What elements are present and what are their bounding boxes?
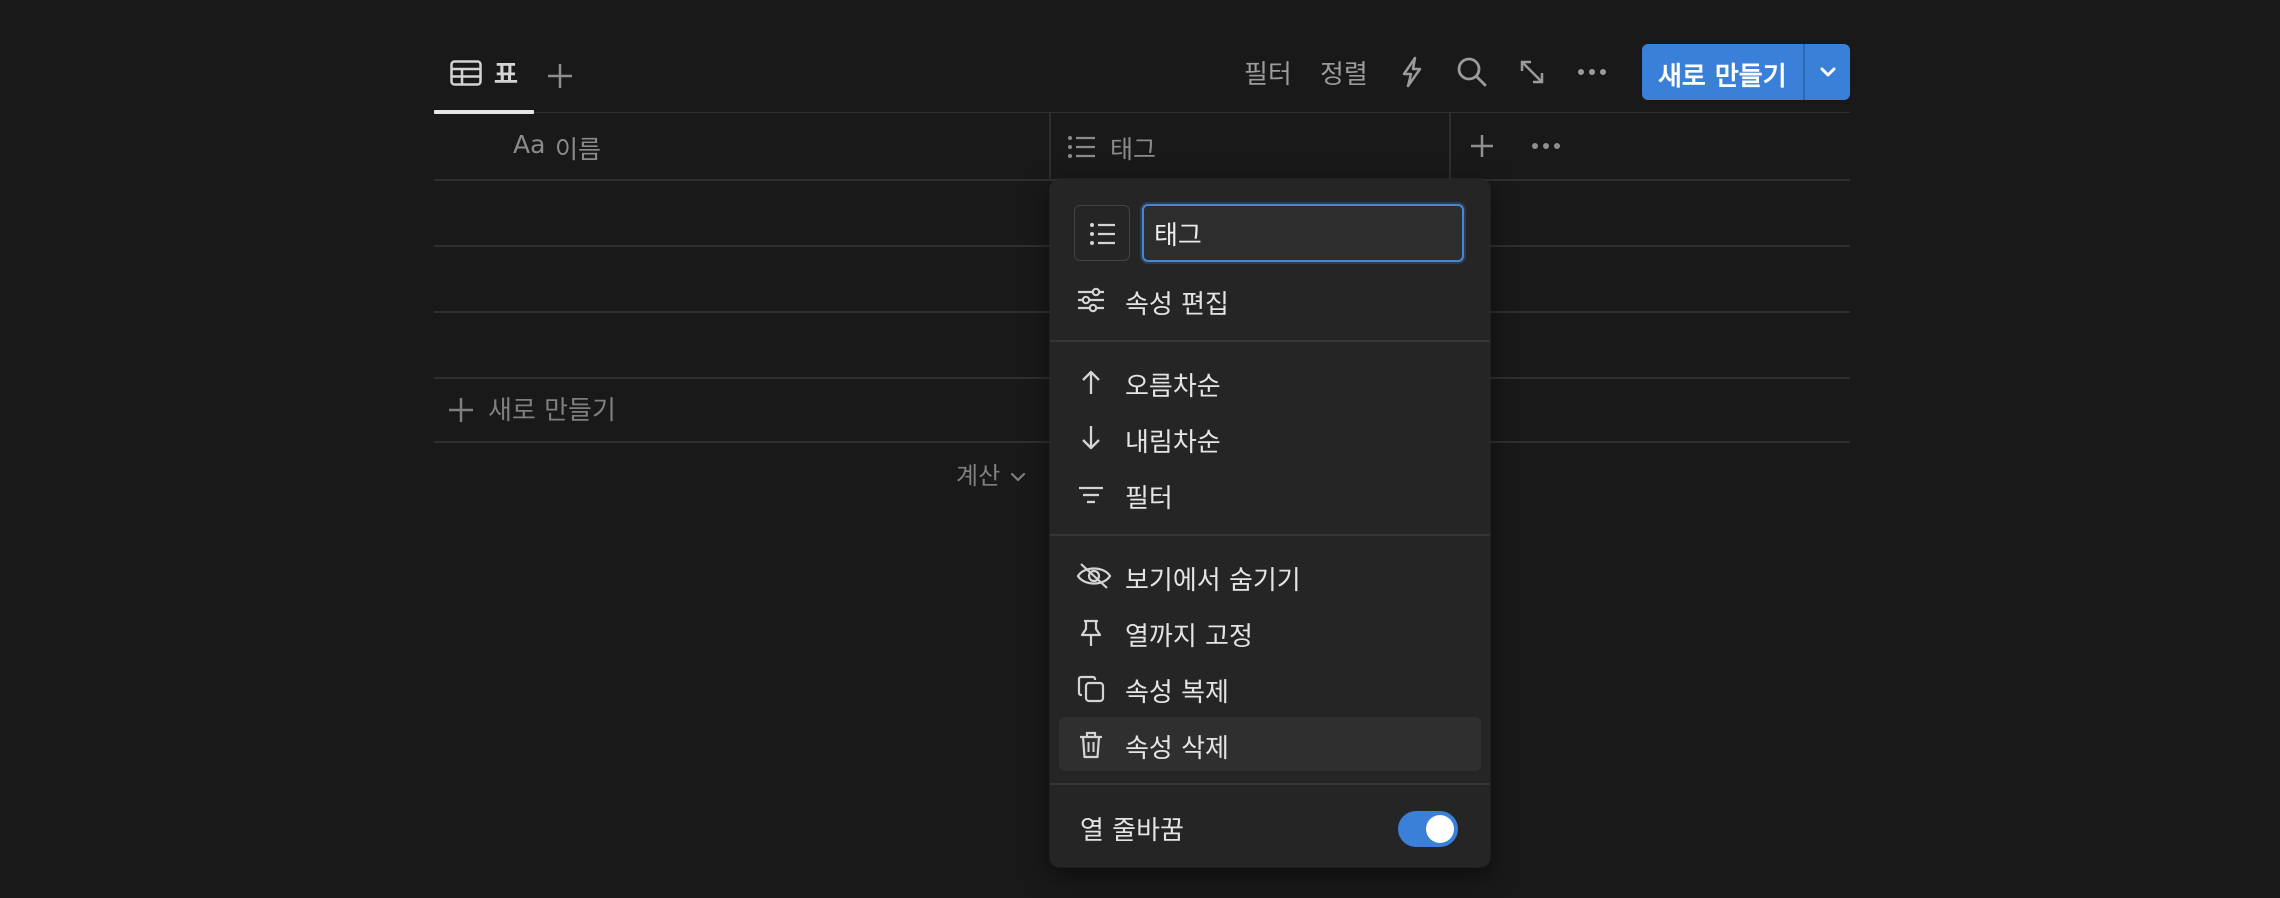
column-header-label: 태그 [1110,135,1157,164]
more-horizontal-icon [1578,69,1606,75]
list-icon [1067,133,1097,161]
plus-icon [449,398,473,422]
plus-icon [1471,135,1493,157]
expand-button[interactable] [1512,52,1552,92]
sort-button[interactable]: 정렬 [1320,54,1368,91]
eye-off-icon [1076,562,1112,590]
calculate-button[interactable]: 계산 [956,456,1028,491]
add-view-button[interactable] [540,56,580,96]
sort-ascending-item[interactable]: 오름차순 [1059,355,1481,409]
sliders-icon [1076,286,1106,314]
menu-item-label: 속성 삭제 [1125,734,1229,764]
menu-divider [1050,340,1490,342]
new-button-label: 새로 만들기 [1658,62,1787,92]
more-options-button[interactable] [1572,52,1612,92]
arrow-up-icon [1076,368,1106,396]
hide-in-view-item[interactable]: 보기에서 숨기기 [1059,549,1481,603]
menu-item-label: 보기에서 숨기기 [1125,566,1301,596]
add-property-button[interactable] [1462,126,1502,166]
list-icon [1090,223,1115,245]
plus-icon [548,64,572,88]
tab-label: 표 [494,60,518,90]
filter-icon [1076,480,1106,508]
edit-property-item[interactable]: 속성 편집 [1059,273,1481,327]
menu-divider [1050,783,1490,785]
new-row-label: 새로 만들기 [488,396,616,426]
automation-button[interactable] [1392,52,1432,92]
view-tabs-bar: 표 필터 정렬 [434,0,1850,114]
freeze-column-item[interactable]: 열까지 고정 [1059,605,1481,659]
menu-divider [1050,534,1490,536]
table-icon [450,60,482,86]
column-header-tags[interactable]: 태그 [1051,114,1449,179]
menu-item-label: 필터 [1125,484,1173,514]
search-icon [1457,57,1487,87]
tab-table-view[interactable]: 표 [434,40,534,114]
search-button[interactable] [1452,52,1492,92]
chevron-down-icon[interactable] [1814,58,1842,86]
property-type-button[interactable] [1074,205,1130,261]
wrap-column-label: 열 줄바꿈 [1080,816,1184,846]
column-header-name[interactable]: Aa 이름 [434,114,1049,179]
calculate-label: 계산 [956,462,1001,490]
filter-button[interactable]: 필터 [1244,54,1292,91]
duplicate-property-item[interactable]: 속성 복제 [1059,661,1481,715]
trash-icon [1076,730,1106,760]
more-horizontal-icon [1532,143,1560,149]
filter-item[interactable]: 필터 [1059,467,1481,521]
sort-descending-item[interactable]: 내림차순 [1059,411,1481,465]
delete-property-item[interactable]: 속성 삭제 [1059,717,1481,771]
menu-item-label: 오름차순 [1125,372,1221,402]
menu-item-label: 속성 편집 [1125,290,1229,320]
lightning-icon [1402,56,1422,88]
menu-item-label: 속성 복제 [1125,678,1229,708]
chevron-down-icon [1010,472,1025,482]
column-divider [1449,113,1451,179]
property-name-input[interactable] [1142,204,1464,262]
duplicate-icon [1076,674,1106,704]
wrap-column-toggle[interactable] [1398,811,1458,847]
new-row-button[interactable]: 새로 만들기 [446,392,616,426]
menu-item-label: 내림차순 [1125,428,1221,458]
column-more-button[interactable] [1526,126,1566,166]
toggle-knob [1426,815,1454,843]
expand-icon [1520,60,1544,84]
arrow-down-icon [1076,424,1106,452]
text-type-icon: Aa [513,130,546,159]
pin-icon [1076,618,1106,648]
property-menu: 속성 편집 오름차순 내림차순 필터 보기에서 숨기기 열까지 고정 [1050,179,1490,867]
menu-item-label: 열까지 고정 [1125,622,1253,652]
new-button[interactable]: 새로 만들기 [1642,44,1850,100]
column-header-label: 이름 [555,135,602,164]
new-button-divider [1803,44,1805,100]
